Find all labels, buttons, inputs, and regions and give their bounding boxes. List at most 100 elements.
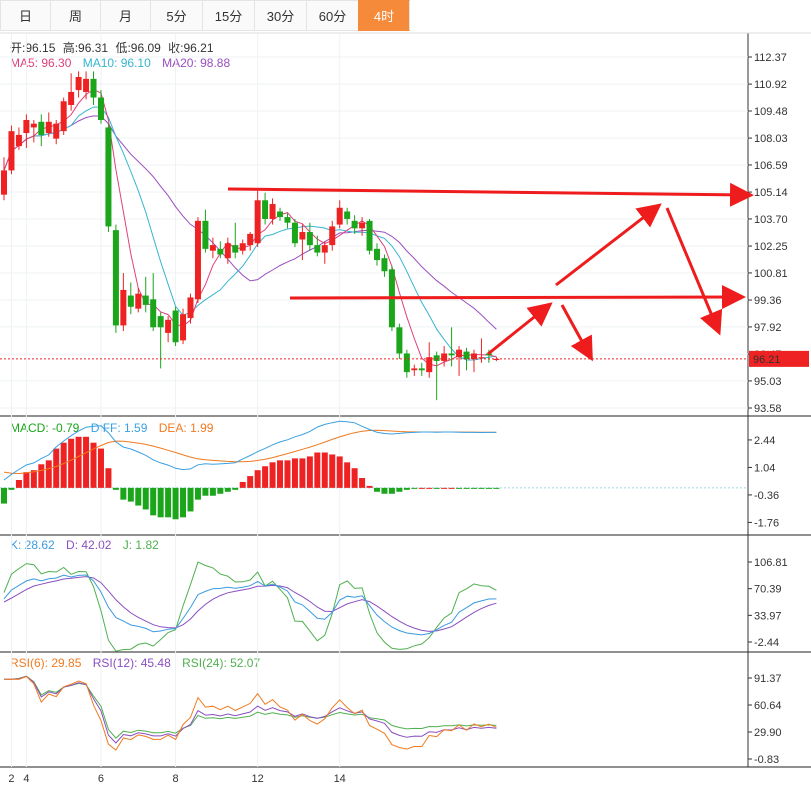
candle-body <box>142 295 149 305</box>
rsi-tick-label: 60.64 <box>754 700 782 712</box>
macd-bar <box>45 460 52 488</box>
candle-body <box>15 134 22 147</box>
tab-7[interactable]: 4时 <box>358 0 410 31</box>
macd-bar <box>269 462 276 488</box>
tab-6[interactable]: 60分 <box>306 0 358 31</box>
candle-body <box>351 220 358 229</box>
candle-body <box>209 245 216 251</box>
x-tick-label: 6 <box>98 773 104 785</box>
macd-bar <box>83 436 90 488</box>
macd-bar <box>172 487 179 520</box>
rsi-tick-label: -0.83 <box>754 754 779 766</box>
macd-bar <box>53 448 60 488</box>
candle-body <box>426 357 433 373</box>
tab-1[interactable]: 周 <box>50 0 100 31</box>
candle-body <box>381 258 388 272</box>
macd-bar <box>157 487 164 518</box>
candle-body <box>105 127 112 227</box>
macd-tick-label: -1.76 <box>754 517 779 529</box>
macd-bar <box>470 487 477 489</box>
candle-body <box>456 349 463 358</box>
x-tick-label: 4 <box>23 773 29 785</box>
macd-bar <box>239 481 246 488</box>
macd-bar <box>441 487 448 489</box>
x-tick-label: 8 <box>173 773 179 785</box>
candle-body <box>329 226 336 246</box>
candle-body <box>1 170 7 195</box>
candle-body <box>336 207 343 225</box>
candle-body <box>284 217 291 223</box>
candle-body <box>232 245 239 253</box>
rsi-tick-label: 91.37 <box>754 673 782 685</box>
macd-bar <box>366 485 373 488</box>
macd-bar <box>247 476 254 488</box>
macd-bar <box>15 480 22 488</box>
bounce-arrow <box>487 302 553 356</box>
macd-bar <box>411 487 418 489</box>
candle-body <box>45 121 52 134</box>
price-tick-label: 95.03 <box>754 376 782 388</box>
price-tick-label: 106.59 <box>754 160 788 172</box>
candle-body <box>90 78 97 98</box>
candle-body <box>23 119 30 134</box>
rsi24-line <box>4 675 497 739</box>
tab-3[interactable]: 5分 <box>150 0 202 31</box>
macd-tick-label: 2.44 <box>754 435 775 447</box>
macd-bar <box>403 487 410 490</box>
candle-body <box>470 353 477 360</box>
tab-4[interactable]: 15分 <box>202 0 254 31</box>
candle-body <box>60 101 67 132</box>
price-tick-label: 100.81 <box>754 268 788 280</box>
macd-bar <box>299 458 306 488</box>
support-arrow <box>289 285 746 310</box>
decline-arrow <box>665 207 723 336</box>
candle-body <box>463 351 470 360</box>
macd-bar <box>291 458 298 488</box>
price-panel <box>0 71 748 401</box>
k-line <box>3 574 497 636</box>
x-tick-label: 14 <box>334 773 346 785</box>
macd-bar <box>202 487 209 496</box>
kdj-tick-label: 106.81 <box>754 557 788 569</box>
kline-chart[interactable]: 2 4 6 8 12 14 112.37 110.92 109.48 108.03 106.59 10… <box>0 31 811 799</box>
candle-body <box>433 355 440 361</box>
macd-bar <box>374 487 380 492</box>
candle-body <box>254 200 261 244</box>
candle-body <box>75 76 82 91</box>
candle-body <box>224 243 231 259</box>
candle-body <box>247 233 254 246</box>
period-tabs: 日周月 5分 15分 30分 60分 4时 <box>0 0 410 31</box>
candle-body <box>441 353 448 361</box>
macd-bar <box>277 460 284 488</box>
price-tick-label: 110.92 <box>754 79 787 91</box>
macd-bar <box>463 487 470 489</box>
candle-body <box>478 357 485 359</box>
candle-body <box>53 123 60 139</box>
macd-bar <box>150 487 157 516</box>
rsi12-line <box>4 675 497 744</box>
macd-bar <box>433 487 440 489</box>
candle-body <box>366 220 373 251</box>
candle-body <box>30 123 37 128</box>
macd-bar <box>381 487 388 494</box>
macd-bar <box>232 487 239 490</box>
candle-body <box>418 368 425 371</box>
macd-bar <box>388 487 395 494</box>
macd-bar <box>359 478 366 488</box>
tab-2[interactable]: 月 <box>100 0 150 31</box>
tab-0[interactable]: 日 <box>0 0 50 31</box>
candle-body <box>262 200 269 219</box>
kdj-tick-label: 33.97 <box>754 610 782 622</box>
candle-body <box>135 293 142 309</box>
macd-bar <box>30 470 37 488</box>
macd-bar <box>209 487 216 496</box>
candle-body <box>374 248 380 261</box>
macd-bar <box>478 487 485 489</box>
candle-body <box>127 295 134 307</box>
price-tick-label: 97.92 <box>754 322 782 334</box>
tab-5[interactable]: 30分 <box>254 0 306 31</box>
candle-body <box>120 289 127 326</box>
candle-body <box>83 78 90 92</box>
macd-bar <box>456 487 463 489</box>
candle-body <box>172 310 179 343</box>
